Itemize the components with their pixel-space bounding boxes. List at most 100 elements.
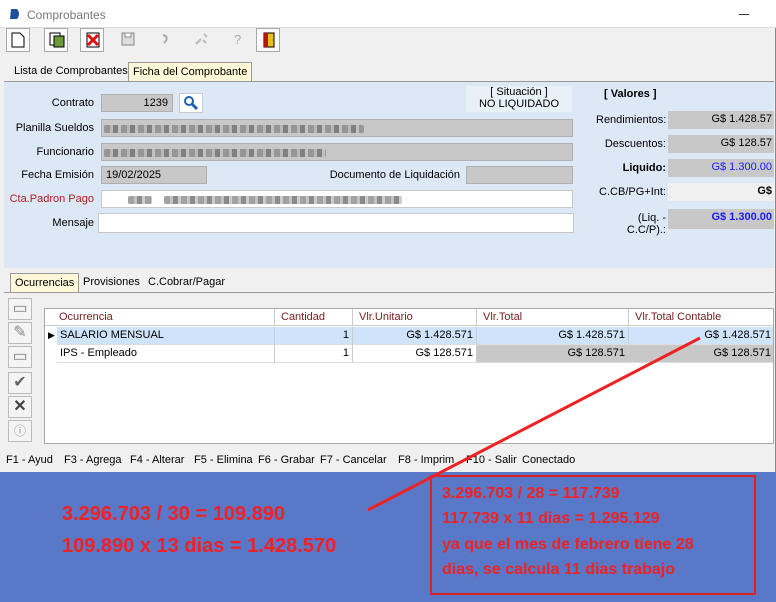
col-header-vlr-total[interactable]: Vlr.Total xyxy=(477,309,629,326)
liq-ccp-value: G$ 1.300.00 xyxy=(668,209,774,229)
valores-panel: [ Valores ] Rendimientos: G$ 1.428.57 De… xyxy=(596,86,774,236)
add-row-icon: ▭ xyxy=(12,300,28,317)
status-f8: F8 - Imprim xyxy=(398,454,455,466)
confirm-button[interactable]: ✔ xyxy=(8,372,32,394)
save-button[interactable] xyxy=(116,28,140,52)
status-f7: F7 - Cancelar xyxy=(320,454,387,466)
fecha-label: Fecha Emisión xyxy=(21,169,94,181)
copy-document-icon xyxy=(49,32,65,48)
exit-button[interactable] xyxy=(256,28,280,52)
ccb-label: C.CB/PG+Int: xyxy=(599,186,666,198)
search-contrato-button[interactable] xyxy=(179,93,203,113)
status-f5: F5 - Elimina xyxy=(194,454,253,466)
edit-icon: ✎ xyxy=(13,324,27,341)
liq-ccp-label: (Liq. - C.C/P).: xyxy=(626,212,666,236)
annotation-box-line4: dias, se calcula 11 dias trabajo xyxy=(442,561,676,578)
exit-door-icon xyxy=(263,32,275,48)
redacted-text xyxy=(164,196,402,204)
new-document-icon xyxy=(11,32,25,48)
contrato-label: Contrato xyxy=(51,97,94,109)
info-button[interactable]: ⓘ xyxy=(8,420,32,442)
redacted-text xyxy=(128,196,152,204)
col-header-vlr-total-contable[interactable]: Vlr.Total Contable xyxy=(629,309,773,326)
undo-button[interactable] xyxy=(154,28,178,52)
liquido-label: Liquido: xyxy=(622,162,666,174)
col-header-vlr-unitario[interactable]: Vlr.Unitario xyxy=(353,309,477,326)
annotation-box-line1: 3.296.703 / 28 = 117.739 xyxy=(442,485,620,502)
cell-vlr-unitario[interactable]: G$ 1.428.571 xyxy=(353,327,477,345)
app-window: Comprobantes ? Lista de Comprobantes Fic… xyxy=(0,0,776,472)
status-bar: F1 - Ayud F3 - Agrega F4 - Alterar F5 - … xyxy=(4,452,774,470)
annotation-box-line2: 117.739 x 11 dias = 1.295.129 xyxy=(442,510,660,527)
funcionario-field[interactable] xyxy=(101,143,573,161)
annotation-box: 3.296.703 / 28 = 117.739 117.739 x 11 di… xyxy=(430,475,756,595)
edit-row-button[interactable]: ✎ xyxy=(8,322,32,344)
window-title: Comprobantes xyxy=(27,8,106,22)
rendimientos-label: Rendimientos: xyxy=(596,114,667,126)
undo-icon xyxy=(162,34,168,44)
tools-button[interactable] xyxy=(190,28,214,52)
cell-cantidad[interactable]: 1 xyxy=(275,345,353,363)
cell-vlr-unitario[interactable]: G$ 128.571 xyxy=(353,345,477,363)
status-f1: F1 - Ayud xyxy=(6,454,53,466)
cancel-button[interactable]: ✕ xyxy=(8,396,32,418)
close-icon: ✕ xyxy=(13,398,27,415)
copy-document-button[interactable] xyxy=(44,28,68,52)
situacion-value: NO LIQUIDADO xyxy=(478,98,560,110)
toolbar: ? xyxy=(4,28,774,54)
funcionario-label: Funcionario xyxy=(36,146,94,158)
tab-divider xyxy=(4,292,774,293)
new-document-button[interactable] xyxy=(6,28,30,52)
planilla-label: Planilla Sueldos xyxy=(15,122,94,134)
redacted-text xyxy=(104,125,364,133)
delete-row-button[interactable]: ▭ xyxy=(8,346,32,368)
tab-ficha-comprobante[interactable]: Ficha del Comprobante xyxy=(128,62,253,81)
status-f4: F4 - Alterar xyxy=(130,454,185,466)
tab-ccobrar-pagar[interactable]: C.Cobrar/Pagar xyxy=(144,273,229,292)
tab-lista-comprobantes[interactable]: Lista de Comprobantes xyxy=(10,62,132,81)
annotation-left-line1: 3.296.703 / 30 = 109.890 xyxy=(62,503,285,525)
contrato-field[interactable]: 1239 xyxy=(101,94,173,112)
mensaje-field[interactable] xyxy=(98,213,574,233)
delete-document-button[interactable] xyxy=(80,28,104,52)
minimize-button[interactable] xyxy=(738,8,750,20)
rendimientos-value: G$ 1.428.57 xyxy=(668,111,774,129)
svg-text:?: ? xyxy=(234,32,241,47)
col-header-cantidad[interactable]: Cantidad xyxy=(275,309,353,326)
tools-icon xyxy=(195,33,208,45)
status-f3: F3 - Agrega xyxy=(64,454,122,466)
annotation-box-line3: ya que el mes de febrero tiene 28 xyxy=(442,536,694,553)
help-icon: ? xyxy=(234,32,241,47)
cell-vlr-total[interactable]: G$ 128.571 xyxy=(477,345,629,363)
save-icon xyxy=(121,32,135,46)
col-header-ocurrencia[interactable]: Ocurrencia xyxy=(45,309,275,326)
planilla-field[interactable] xyxy=(101,119,573,137)
search-icon xyxy=(184,96,199,111)
cell-cantidad[interactable]: 1 xyxy=(275,327,353,345)
liquido-value: G$ 1.300.00 xyxy=(668,159,774,177)
add-row-button[interactable]: ▭ xyxy=(8,298,32,320)
tab-ocurrencias[interactable]: Ocurrencias xyxy=(10,273,80,292)
ccb-value: G$ xyxy=(668,183,774,201)
title-bar: Comprobantes xyxy=(0,0,776,28)
cell-ocurrencia[interactable]: SALARIO MENSUAL xyxy=(57,327,275,345)
valores-title: [ Valores ] xyxy=(604,88,657,100)
documento-field[interactable] xyxy=(466,166,573,184)
cell-ocurrencia[interactable]: IPS - Empleado xyxy=(57,345,275,363)
annotation-left-line2: 109.890 x 13 dias = 1.428.570 xyxy=(62,535,337,557)
help-button[interactable]: ? xyxy=(226,28,250,52)
fecha-field[interactable]: 19/02/2025 xyxy=(101,166,207,184)
cta-padron-field[interactable] xyxy=(101,190,573,208)
check-icon: ✔ xyxy=(13,374,27,391)
cell-vlr-total-contable[interactable]: G$ 1.428.571 xyxy=(629,327,773,345)
cta-padron-label: Cta.Padron Pago xyxy=(9,193,94,205)
status-f10: F10 - Salir xyxy=(466,454,517,466)
situacion-label: [ Situación ] xyxy=(490,86,548,98)
cell-vlr-total-contable[interactable]: G$ 128.571 xyxy=(629,345,773,363)
situacion-box: [ Situación ] NO LIQUIDADO xyxy=(466,86,572,112)
mensaje-label: Mensaje xyxy=(52,217,94,229)
cell-vlr-total[interactable]: G$ 1.428.571 xyxy=(477,327,629,345)
descuentos-label: Descuentos: xyxy=(604,138,666,150)
row-pointer-icon: ▶ xyxy=(48,330,55,340)
tab-provisiones[interactable]: Provisiones xyxy=(79,273,144,292)
